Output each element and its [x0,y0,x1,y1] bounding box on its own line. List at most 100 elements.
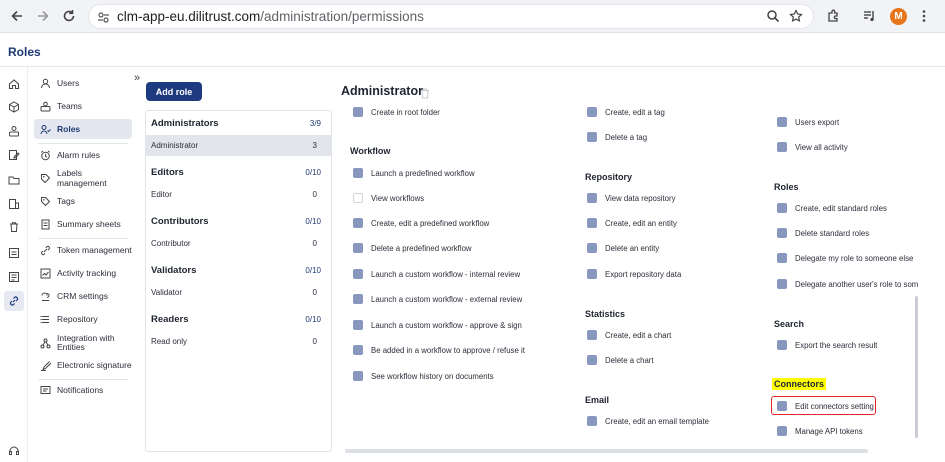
sidebar-item-users[interactable]: Users [34,73,132,93]
sidebar-item-integration-entities[interactable]: Integration with Entities [34,331,132,355]
sidebar-item-activity-tracking[interactable]: Activity tracking [34,263,132,283]
permission-item[interactable]: Create, edit a predefined workflow [353,216,489,230]
permission-item[interactable]: Create, edit an entity [587,216,677,230]
reload-icon[interactable] [58,5,80,27]
cube-icon[interactable] [6,99,22,115]
edit-document-icon[interactable] [6,147,22,163]
checkbox-checked[interactable] [353,218,363,228]
checkbox-checked[interactable] [353,320,363,330]
delete-role-icon[interactable] [420,86,430,104]
permission-item[interactable]: Launch a custom workflow - external revi… [353,292,522,306]
sidebar-item-teams[interactable]: Teams [34,96,132,116]
vertical-scrollbar[interactable] [915,296,918,438]
permission-item[interactable]: Launch a custom workflow - approve & sig… [353,318,522,332]
permission-item-edit-connectors[interactable]: Edit connectors setting [777,399,874,413]
media-control-icon[interactable] [858,5,880,27]
permission-item[interactable]: Delete standard roles [777,226,869,240]
forward-icon[interactable] [32,5,54,27]
permission-item[interactable]: Create in root folder [353,105,440,119]
checkbox-checked[interactable] [587,416,597,426]
sidebar-item-labels-management[interactable]: Labels management [34,168,132,188]
checkbox-checked[interactable] [353,371,363,381]
sidebar-item-tags[interactable]: Tags [34,191,132,211]
role-row-administrator[interactable]: Administrator 3 [146,135,331,156]
role-group-editors[interactable]: Editors 0/10 [146,161,331,185]
checkbox-checked[interactable] [587,269,597,279]
add-role-button[interactable]: Add role [146,82,202,101]
trash-rail-icon[interactable] [6,219,22,235]
profile-avatar[interactable]: M [890,8,907,25]
permission-item[interactable]: Create, edit a chart [587,328,671,342]
permission-item[interactable]: Create, edit standard roles [777,201,887,215]
zoom-icon[interactable] [762,5,784,27]
browser-menu-icon[interactable] [913,5,935,27]
sidebar-item-token-management[interactable]: Token management [34,240,132,260]
checkbox-checked[interactable] [353,243,363,253]
home-icon[interactable] [6,76,22,92]
permission-item[interactable]: See workflow history on documents [353,369,494,383]
checkbox-checked[interactable] [777,401,787,411]
checkbox-checked[interactable] [587,330,597,340]
folder-icon[interactable] [6,172,22,188]
checkbox-checked[interactable] [777,117,787,127]
sidebar-item-alarm-rules[interactable]: Alarm rules [34,145,132,165]
bookmark-star-icon[interactable] [785,5,807,27]
permission-item[interactable]: Delegate another user's role to som [777,277,918,291]
checkbox-checked[interactable] [587,355,597,365]
checkbox-checked[interactable] [777,426,787,436]
permission-item[interactable]: Be added in a workflow to approve / refu… [353,343,525,357]
permission-item[interactable]: Export repository data [587,267,681,281]
permission-item[interactable]: View all activity [777,140,848,154]
checkbox-checked[interactable] [353,345,363,355]
checkbox-checked[interactable] [587,218,597,228]
role-group-validators[interactable]: Validators 0/10 [146,259,331,283]
role-row-read-only[interactable]: Read only 0 [146,331,331,352]
sidebar-item-roles[interactable]: Roles [34,119,132,139]
role-group-contributors[interactable]: Contributors 0/10 [146,210,331,234]
sidebar-item-notifications[interactable]: Notifications [34,380,132,400]
settings-link-icon[interactable] [4,291,24,311]
permission-item[interactable]: View workflows [353,191,424,205]
role-row-validator[interactable]: Validator 0 [146,282,331,303]
checkbox-checked[interactable] [587,107,597,117]
checkbox-checked[interactable] [587,243,597,253]
permission-item[interactable]: Delegate my role to someone else [777,251,913,265]
checkbox-checked[interactable] [587,132,597,142]
horizontal-scrollbar[interactable] [345,449,868,453]
checkbox-checked[interactable] [777,279,787,289]
collapse-sidebar-icon[interactable]: » [134,72,140,84]
checkbox-checked[interactable] [353,294,363,304]
sidebar-item-crm-settings[interactable]: CRM settings [34,286,132,306]
people-icon[interactable] [6,123,22,139]
list-icon[interactable] [6,245,22,261]
back-icon[interactable] [6,5,28,27]
permission-item[interactable]: Create, edit a tag [587,105,665,119]
checkbox-checked[interactable] [777,253,787,263]
permission-item[interactable]: Delete a chart [587,353,654,367]
sidebar-item-summary-sheets[interactable]: Summary sheets [34,214,132,234]
checkbox-checked[interactable] [777,340,787,350]
permission-item[interactable]: Delete an entity [587,241,659,255]
permission-item[interactable]: Delete a predefined workflow [353,241,472,255]
role-group-administrators[interactable]: Administrators 3/9 [146,112,331,136]
checkbox-checked[interactable] [777,228,787,238]
permission-item[interactable]: Export the search result [777,338,877,352]
permission-item[interactable]: Manage API tokens [777,424,863,438]
checkbox-checked[interactable] [353,107,363,117]
permission-item[interactable]: View data repository [587,191,676,205]
address-bar[interactable]: clm-app-eu.dilitrust.com/administration/… [88,4,814,29]
support-icon[interactable] [6,443,22,459]
checkbox-checked[interactable] [353,269,363,279]
role-row-editor[interactable]: Editor 0 [146,184,331,205]
sidebar-item-repository[interactable]: Repository [34,309,132,329]
role-group-readers[interactable]: Readers 0/10 [146,308,331,332]
report-icon[interactable] [6,269,22,285]
organization-icon[interactable] [6,196,22,212]
permission-item[interactable]: Launch a custom workflow - internal revi… [353,267,520,281]
permission-item[interactable]: Users export [777,115,839,129]
checkbox-checked[interactable] [777,142,787,152]
checkbox-unchecked[interactable] [353,193,363,203]
permission-item[interactable]: Delete a tag [587,130,647,144]
checkbox-checked[interactable] [777,203,787,213]
checkbox-checked[interactable] [587,193,597,203]
